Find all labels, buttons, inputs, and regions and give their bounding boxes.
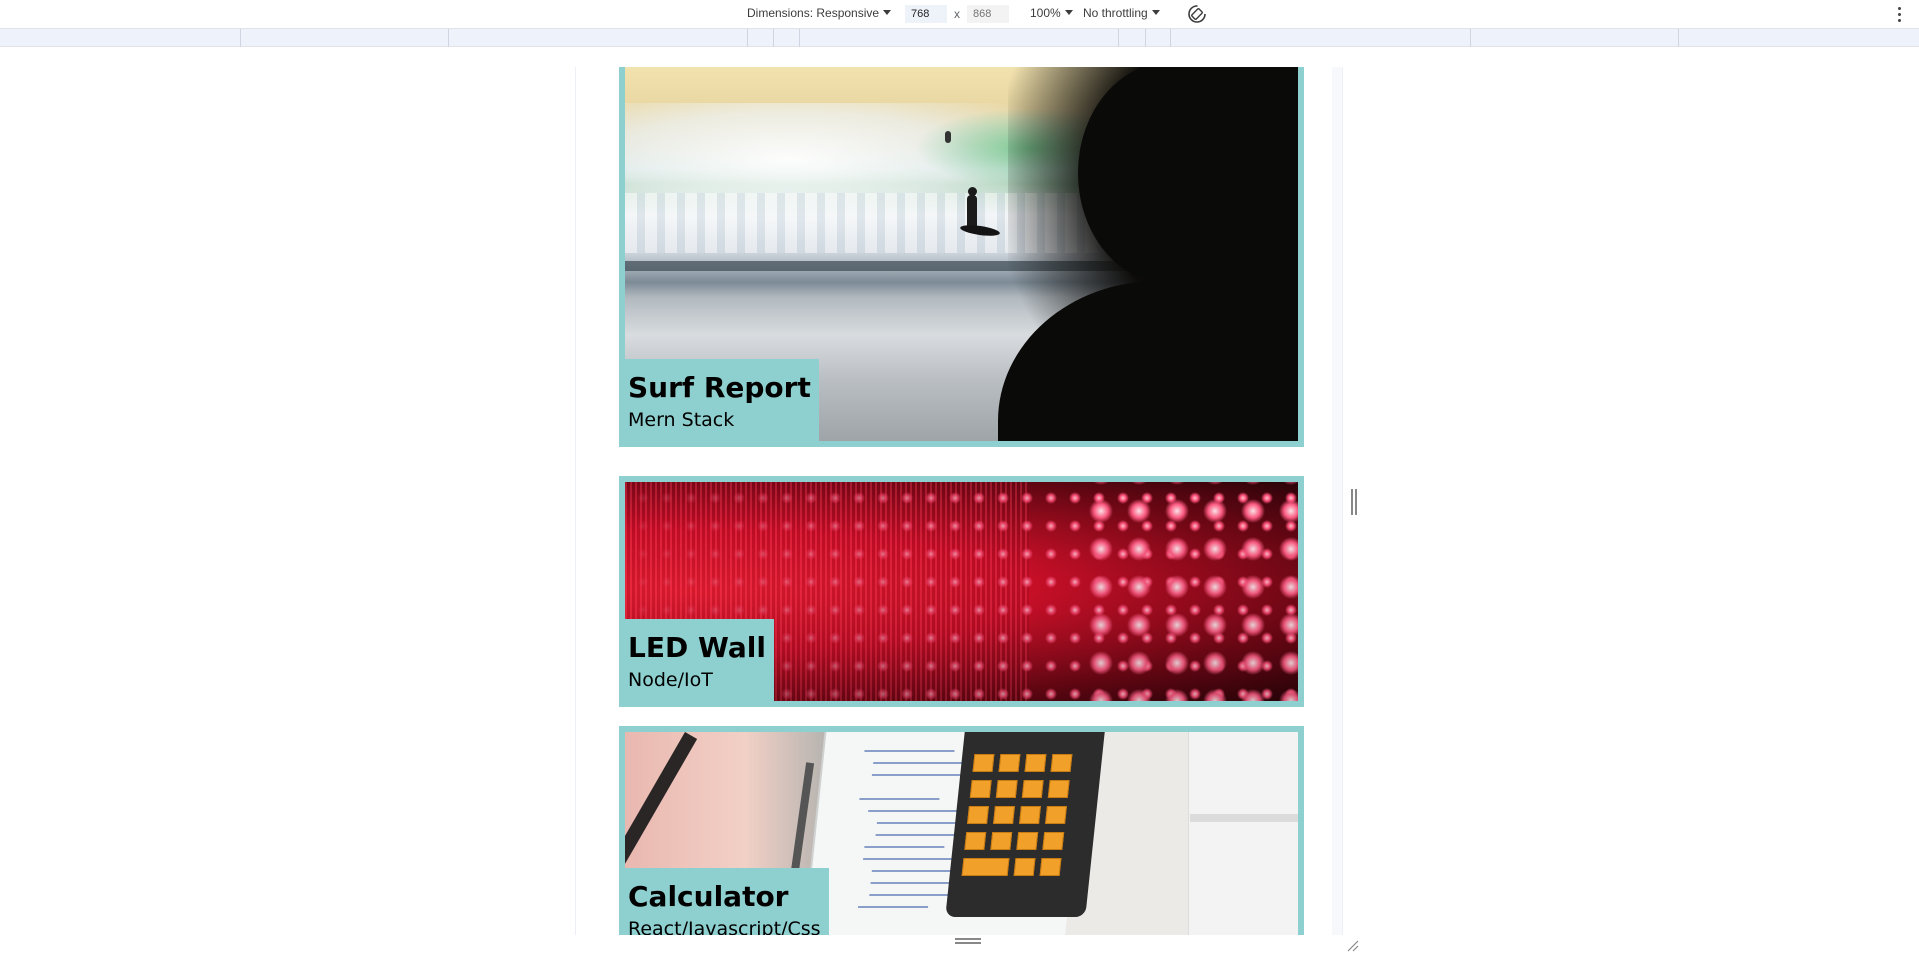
media-query-ruler[interactable] — [0, 28, 1919, 47]
ruler-tick — [1118, 29, 1119, 47]
throttling-select[interactable]: No throttling — [1083, 6, 1160, 20]
calc-key — [1024, 754, 1047, 772]
led-wall-photo: LED Wall Node/IoT — [625, 482, 1298, 701]
project-label: Calculator React/Javascript/Css — [625, 868, 829, 935]
calc-key — [998, 754, 1021, 772]
dimensions-select[interactable]: Dimensions: Responsive — [747, 6, 892, 20]
ide-side-panel — [1188, 732, 1298, 935]
width-input[interactable] — [905, 5, 947, 23]
code-line — [870, 882, 961, 884]
calculator-device — [945, 732, 1105, 917]
project-subtitle: React/Javascript/Css — [628, 918, 821, 935]
project-label: Surf Report Mern Stack — [625, 359, 819, 441]
calc-key — [990, 832, 1013, 850]
viewport-resize-corner[interactable] — [1347, 937, 1359, 952]
code-line — [864, 750, 955, 752]
project-title: LED Wall — [628, 631, 766, 664]
project-card-surf-report[interactable]: Surf Report Mern Stack — [619, 67, 1304, 447]
ruler-tick — [1170, 29, 1171, 47]
calc-key — [1021, 780, 1044, 798]
project-card-calculator[interactable]: Calculator React/Javascript/Css — [619, 726, 1304, 935]
code-line — [869, 894, 955, 896]
resize-corner-icon — [1347, 940, 1359, 952]
calc-key — [1039, 858, 1062, 876]
far-surfer — [945, 131, 951, 143]
throttling-label: No throttling — [1083, 6, 1148, 20]
calc-key — [969, 780, 992, 798]
caret-down-icon — [883, 10, 892, 15]
surf-photo: Surf Report Mern Stack — [625, 67, 1298, 441]
project-subtitle: Node/IoT — [628, 669, 713, 691]
project-label: LED Wall Node/IoT — [625, 619, 774, 701]
height-input[interactable] — [967, 5, 1009, 23]
calc-key — [1019, 806, 1041, 824]
device-viewport: Surf Report Mern Stack LED Wall Node/IoT — [575, 67, 1343, 935]
viewport-width-handle[interactable] — [1351, 489, 1357, 515]
zoom-select[interactable]: 100% — [1030, 6, 1073, 20]
ruler-tick — [773, 29, 774, 47]
silhouette-body — [1148, 67, 1298, 441]
calc-key — [961, 858, 1010, 876]
project-title: Calculator — [628, 880, 789, 913]
calc-key — [967, 806, 989, 824]
rotate-icon — [1188, 5, 1206, 23]
viewport-height-handle[interactable] — [955, 938, 981, 944]
project-title: Surf Report — [628, 371, 811, 404]
device-toolbar: Dimensions: Responsive x 100% No throttl… — [0, 0, 1919, 28]
times-separator: x — [954, 7, 960, 21]
calc-key — [964, 832, 987, 850]
calc-key — [1047, 780, 1070, 798]
ide-panel-bar — [1190, 814, 1298, 822]
project-subtitle: Mern Stack — [628, 409, 735, 431]
more-dot — [1897, 12, 1901, 16]
calc-key — [1050, 754, 1073, 772]
ruler-tick — [240, 29, 241, 47]
code-line — [859, 798, 940, 800]
code-line — [857, 906, 929, 908]
calc-key — [1045, 806, 1067, 824]
more-dot — [1897, 18, 1901, 22]
zoom-label: 100% — [1030, 6, 1061, 20]
dimensions-label: Dimensions: Responsive — [747, 6, 880, 20]
calc-key — [1042, 832, 1065, 850]
calc-key — [1013, 858, 1036, 876]
calc-key — [972, 754, 995, 772]
ruler-tick — [747, 29, 748, 47]
ruler-tick — [1678, 29, 1679, 47]
calc-key — [995, 780, 1018, 798]
ruler-tick — [1470, 29, 1471, 47]
ruler-tick — [1145, 29, 1146, 47]
calc-key — [993, 806, 1015, 824]
more-options-button[interactable] — [1892, 4, 1906, 24]
calc-key — [1016, 832, 1039, 850]
rotate-button[interactable] — [1186, 3, 1208, 25]
code-line — [871, 774, 973, 776]
more-vertical-icon — [1897, 6, 1901, 10]
caret-down-icon — [1151, 10, 1160, 15]
caret-down-icon — [1064, 10, 1073, 15]
project-card-led-wall[interactable]: LED Wall Node/IoT — [619, 476, 1304, 707]
ruler-tick — [799, 29, 800, 47]
ruler-tick — [448, 29, 449, 47]
calculator-photo: Calculator React/Javascript/Css — [625, 732, 1298, 935]
code-line — [864, 846, 945, 848]
